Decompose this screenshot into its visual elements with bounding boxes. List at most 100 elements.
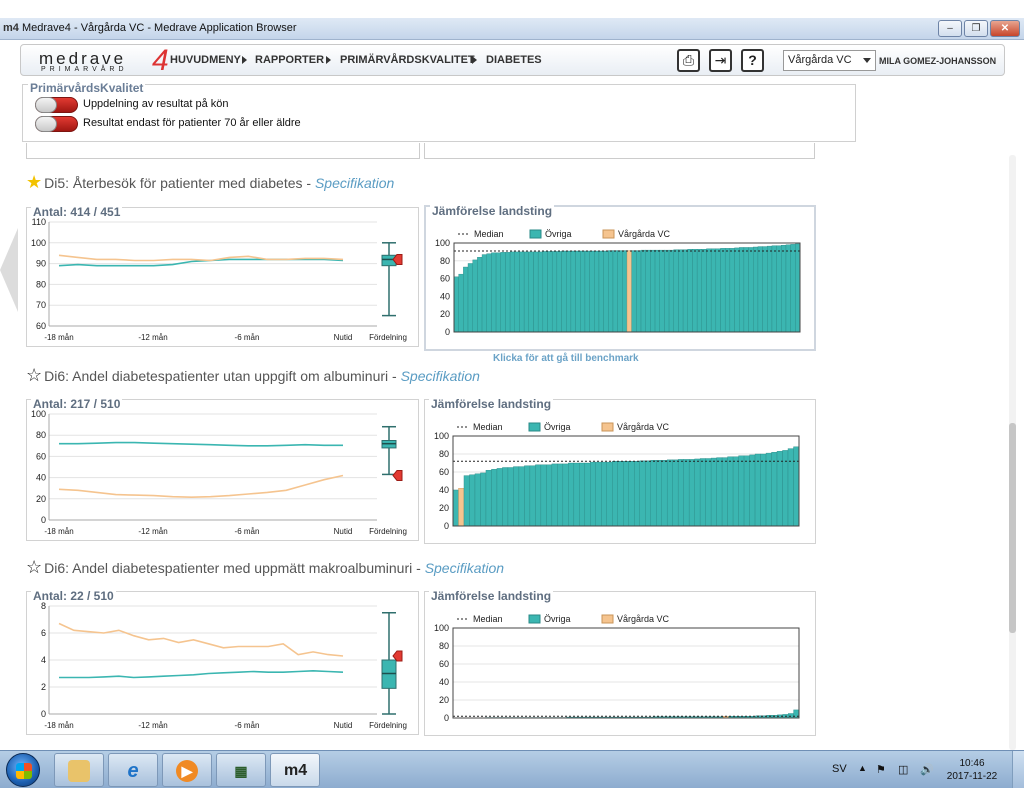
section-title-text: Di6: Andel diabetespatienter utan uppgif…	[44, 368, 397, 384]
bar-ovriga	[743, 455, 750, 527]
toggle-age-70[interactable]	[35, 116, 78, 132]
legend-vc-label: Vårgårda VC	[617, 614, 670, 624]
nav-primarvardskvalitet[interactable]: PRIMÄRVÅRDSKVALITET	[340, 54, 475, 66]
y-tick-label: 90	[36, 259, 46, 269]
bar-ovriga	[631, 250, 637, 333]
benchmark-panel[interactable]: Jämförelse landsting Median Övriga Vårgård…	[424, 397, 816, 544]
section-title-text: Di5: Återbesök för patienter med diabete…	[44, 175, 312, 191]
close-button[interactable]: ✕	[990, 20, 1020, 37]
bar-ovriga	[678, 249, 684, 333]
minimize-button[interactable]: –	[938, 20, 962, 37]
bar-ovriga	[748, 247, 754, 333]
exit-icon[interactable]: ⇥	[709, 49, 732, 72]
previous-page-arrow-icon[interactable]	[0, 228, 18, 312]
bar-vargarda	[626, 250, 632, 333]
taskbar-internet-explorer[interactable]: e	[108, 753, 158, 787]
bar-ovriga	[645, 460, 651, 527]
nav-rapporter[interactable]: RAPPORTER	[255, 54, 324, 66]
bar-ovriga	[557, 463, 564, 527]
bar-ovriga	[724, 248, 731, 333]
bar-ovriga	[542, 251, 548, 333]
bar-ovriga	[640, 249, 646, 333]
trend-chart: 60 70 80 90 100 110 -18 mån -12 mån -6 mån Nutid F…	[31, 217, 407, 342]
vertical-scrollbar[interactable]	[1009, 155, 1016, 750]
bar-ovriga	[628, 461, 635, 527]
bar-ovriga	[590, 461, 596, 527]
x-tick-label: Nutid	[334, 527, 353, 536]
bar-ovriga	[523, 251, 530, 333]
printer-icon[interactable]: ⎙	[677, 49, 700, 72]
scrollbar-thumb[interactable]	[1009, 423, 1016, 633]
specification-link[interactable]: Specifikation	[401, 368, 480, 384]
bar-ovriga	[601, 461, 607, 527]
bar-ovriga	[612, 461, 618, 527]
clock-time: 10:46	[959, 758, 985, 769]
bar-ovriga	[463, 266, 469, 333]
tray-expand-icon[interactable]: ▲	[858, 763, 867, 773]
nav-huvudmeny[interactable]: HUVUDMENY	[170, 54, 241, 66]
trend-panel[interactable]: Antal: 217 / 510 0 20 40 60 80 100 -18 mån -12 …	[26, 397, 419, 541]
bar-ovriga	[760, 453, 767, 527]
show-desktop-button[interactable]	[1012, 751, 1024, 788]
benchmark-panel[interactable]: Jämförelse landsting Median Övriga Vårgård…	[424, 589, 816, 736]
maximize-button[interactable]: ❐	[964, 20, 988, 37]
help-icon[interactable]: ?	[741, 49, 764, 72]
taskbar-media-player[interactable]: ▶	[162, 753, 212, 787]
trend-panel[interactable]: Antal: 22 / 510 0 2 4 6 8 -18 mån -12 mån -6 må…	[26, 589, 419, 735]
star-outline-icon[interactable]: ☆	[26, 365, 42, 385]
taskbar-medrave[interactable]: m4	[270, 753, 320, 787]
taskbar-network-app[interactable]: ▦	[216, 753, 266, 787]
toggle-gender-split[interactable]	[35, 97, 78, 113]
benchmark-chart: Median Övriga Vårgårda VC 0 20 40 60 80 100	[434, 422, 800, 531]
taskbar-explorer[interactable]	[54, 753, 104, 787]
clock[interactable]: 10:46 2017-11-22	[944, 757, 1000, 783]
bar-ovriga	[533, 251, 539, 333]
bar-ovriga	[790, 244, 796, 333]
report-content[interactable]: ★ Di5: Återbesök för patienter med diabet…	[0, 143, 1008, 750]
bar-ovriga	[645, 249, 651, 333]
y-tick-label: 60	[440, 274, 450, 284]
flag-icon[interactable]: ⚑	[876, 763, 886, 776]
bar-ovriga	[729, 248, 735, 333]
volume-icon[interactable]: 🔊	[920, 763, 934, 776]
bar-ovriga	[469, 474, 476, 527]
user-name[interactable]: MILA GOMEZ-JOHANSSON	[879, 56, 996, 66]
bar-ovriga	[765, 452, 772, 527]
bar-ovriga	[584, 462, 591, 527]
bar-ovriga	[472, 259, 478, 333]
bar-ovriga	[710, 457, 717, 527]
bar-ovriga	[562, 463, 569, 527]
y-tick-label: 20	[439, 695, 449, 705]
bar-ovriga	[699, 458, 706, 527]
nav-diabetes[interactable]: DIABETES	[486, 54, 542, 66]
bar-ovriga	[705, 458, 712, 527]
star-outline-icon[interactable]: ☆	[26, 557, 42, 577]
specification-link[interactable]: Specifikation	[425, 560, 504, 576]
bar-ovriga	[710, 248, 717, 333]
network-icon[interactable]: ◫	[898, 763, 908, 776]
bar-ovriga	[654, 249, 660, 333]
bar-ovriga	[793, 446, 800, 527]
bar-ovriga	[568, 462, 575, 527]
bar-ovriga	[580, 250, 586, 333]
benchmark-link[interactable]: Klicka för att gå till benchmark	[493, 353, 639, 364]
trend-panel[interactable]: Antal: 414 / 451 60 70 80 90 100 110 -18 mån -1…	[26, 205, 419, 347]
y-tick-label: 100	[434, 623, 449, 633]
star-filled-icon[interactable]: ★	[26, 172, 42, 192]
internet-explorer-icon: e	[127, 760, 139, 782]
medrave-logo[interactable]: medrave PRIMARVÅRD 4	[39, 44, 169, 77]
unit-select[interactable]: Vårgårda VC	[783, 50, 876, 71]
bar-ovriga	[495, 252, 501, 333]
x-tick-label: -18 mån	[44, 721, 73, 730]
legend-vc-swatch	[602, 229, 615, 239]
specification-link[interactable]: Specifikation	[315, 175, 394, 191]
bar-ovriga	[739, 247, 745, 333]
y-tick-label: 40	[36, 473, 46, 483]
start-button[interactable]	[6, 753, 40, 787]
main-navbar: medrave PRIMARVÅRD 4 HUVUDMENY RAPPORTER…	[20, 44, 1005, 77]
bar-ovriga	[485, 469, 492, 527]
y-tick-label: 70	[36, 300, 46, 310]
bar-ovriga	[551, 463, 558, 527]
benchmark-panel[interactable]: Jämförelse landsting Median Övriga Vårgård…	[424, 204, 816, 351]
language-indicator[interactable]: SV	[832, 763, 847, 775]
